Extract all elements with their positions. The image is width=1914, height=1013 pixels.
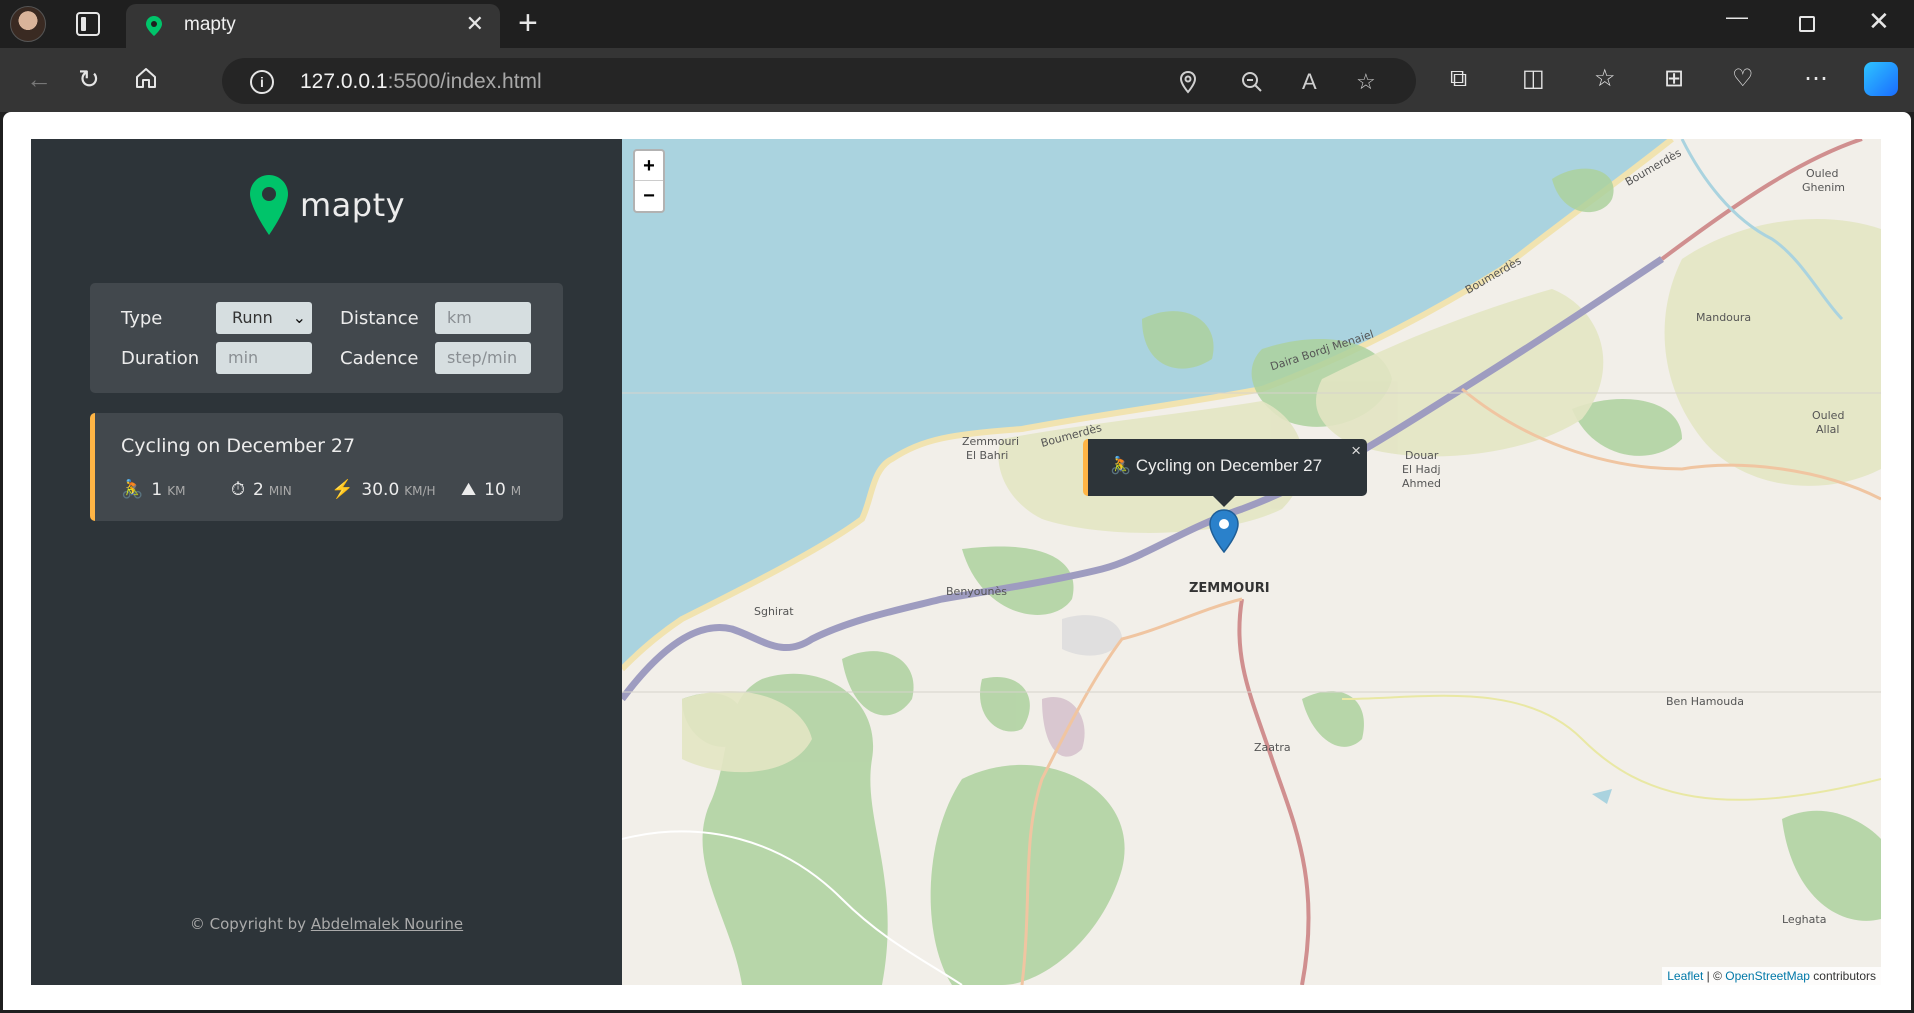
reload-icon[interactable]: ↻ <box>78 66 100 92</box>
place-label: Allal <box>1816 423 1840 436</box>
browser-toolbar: ← ↻ i 127.0.0.1:5500/index.html A ☆ ⧉ ◫ … <box>0 48 1914 112</box>
lightning-icon: ⚡️ <box>331 479 354 500</box>
workout-title: Cycling on December 27 <box>121 435 356 457</box>
map-marker-icon[interactable] <box>1209 509 1239 553</box>
map[interactable]: ZEMMOURI Zemmouri El Bahri Boumerdès Bou… <box>622 139 1881 985</box>
place-label: Ahmed <box>1402 477 1441 490</box>
map-pin-favicon-icon <box>146 16 162 36</box>
place-label: Leghata <box>1782 913 1827 926</box>
distance-input[interactable] <box>435 302 531 334</box>
logo: mapty <box>250 175 405 235</box>
popup-tip <box>1213 496 1235 507</box>
tab-actions-icon[interactable] <box>76 12 100 36</box>
back-icon[interactable]: ← <box>26 66 52 92</box>
workout-popup[interactable]: 🚴 Cycling on December 27 × <box>1083 439 1367 496</box>
workout-detail-speed: ⚡️ 30.0 km/h <box>331 479 436 500</box>
collections-icon[interactable]: ⊞ <box>1664 66 1684 92</box>
zoom-control: + − <box>633 149 665 213</box>
home-icon[interactable] <box>134 66 158 90</box>
zoom-out-button[interactable]: − <box>635 181 663 211</box>
workout-detail-distance: 🚴 1 km <box>121 479 186 500</box>
type-select[interactable]: Runn ⌄ <box>216 302 312 334</box>
workout-card-cycling[interactable]: Cycling on December 27 🚴 1 km ⏱ 2 min ⚡️… <box>90 413 563 521</box>
zoom-in-button[interactable]: + <box>635 151 663 181</box>
favorites-icon[interactable]: ☆ <box>1594 66 1616 92</box>
place-label: El Hadj <box>1402 463 1441 476</box>
profile-avatar[interactable] <box>10 6 46 42</box>
place-label: Zemmouri <box>962 435 1020 448</box>
place-label: El Bahri <box>966 449 1009 462</box>
chevron-down-icon: ⌄ <box>292 308 306 327</box>
place-label: Ouled <box>1812 409 1845 422</box>
mountain-icon: ⛰ <box>461 479 477 500</box>
cadence-label: Cadence <box>340 348 419 369</box>
place-label: ZEMMOURI <box>1189 581 1270 596</box>
split-screen-icon[interactable]: ◫ <box>1522 66 1545 92</box>
title-bar: mapty ✕ + — ✕ <box>0 0 1914 48</box>
minimize-icon[interactable]: — <box>1726 4 1748 30</box>
workout-detail-elevation: ⛰ 10 m <box>461 479 522 500</box>
new-tab-icon[interactable]: + <box>518 6 538 40</box>
place-label: Benyounès <box>946 585 1007 598</box>
distance-label: Distance <box>340 308 419 329</box>
osm-link[interactable]: OpenStreetMap <box>1725 969 1810 983</box>
window-close-icon[interactable]: ✕ <box>1868 6 1890 37</box>
favorite-star-icon[interactable]: ☆ <box>1356 69 1376 95</box>
stopwatch-icon: ⏱ <box>231 479 246 500</box>
sidebar: mapty Type Runn ⌄ Distance Duration Cade… <box>31 139 622 985</box>
place-label: Mandoura <box>1696 311 1752 324</box>
bicycle-icon: 🚴 <box>121 479 144 500</box>
location-icon[interactable] <box>1176 70 1200 94</box>
type-label: Type <box>121 308 163 329</box>
mapty-app: mapty Type Runn ⌄ Distance Duration Cade… <box>31 139 1881 985</box>
place-label: Douar <box>1405 449 1439 462</box>
place-label: Ouled <box>1806 167 1839 180</box>
place-label: Ben Hamouda <box>1666 695 1744 708</box>
place-label: Zaatra <box>1254 741 1291 754</box>
browser-tab[interactable]: mapty ✕ <box>126 4 500 48</box>
extensions-icon[interactable]: ⧉ <box>1450 66 1467 92</box>
page: mapty Type Runn ⌄ Distance Duration Cade… <box>3 112 1911 1010</box>
map-attribution: Leaflet | © OpenStreetMap contributors <box>1662 967 1881 985</box>
read-aloud-icon[interactable]: A <box>1302 69 1317 95</box>
workout-form: Type Runn ⌄ Distance Duration Cadence <box>90 283 563 393</box>
maximize-icon[interactable] <box>1799 16 1815 32</box>
cadence-input[interactable] <box>435 342 531 374</box>
tab-close-icon[interactable]: ✕ <box>466 13 484 35</box>
popup-close-button[interactable]: × <box>1351 441 1361 461</box>
map-pin-logo-icon <box>250 175 288 235</box>
duration-input[interactable] <box>216 342 312 374</box>
tab-title: mapty <box>184 14 236 35</box>
more-menu-icon[interactable]: ⋯ <box>1804 66 1828 92</box>
primary-road <box>1237 598 1311 985</box>
site-info-icon[interactable]: i <box>250 70 274 94</box>
place-label: Sghirat <box>754 605 794 618</box>
map-tiles[interactable] <box>622 139 1881 985</box>
leaflet-link[interactable]: Leaflet <box>1667 969 1703 983</box>
workout-detail-duration: ⏱ 2 min <box>231 479 292 500</box>
browser-essentials-icon[interactable]: ♡ <box>1732 66 1754 92</box>
zoom-out-icon[interactable] <box>1240 70 1264 94</box>
address-bar[interactable]: i 127.0.0.1:5500/index.html A ☆ <box>222 58 1416 104</box>
small-lake <box>1592 789 1612 804</box>
tertiary-road <box>1341 694 1881 801</box>
copyright: © Copyright by Abdelmalek Nourine <box>189 915 464 933</box>
author-link[interactable]: Abdelmalek Nourine <box>311 915 463 933</box>
url-text[interactable]: 127.0.0.1:5500/index.html <box>300 70 542 94</box>
popup-text: 🚴 Cycling on December 27 <box>1110 456 1323 475</box>
copilot-icon[interactable] <box>1864 62 1898 96</box>
logo-text: mapty <box>300 186 406 224</box>
duration-label: Duration <box>121 348 200 369</box>
place-label: Ghenim <box>1802 181 1846 194</box>
bicycle-icon: 🚴 <box>1110 456 1132 475</box>
